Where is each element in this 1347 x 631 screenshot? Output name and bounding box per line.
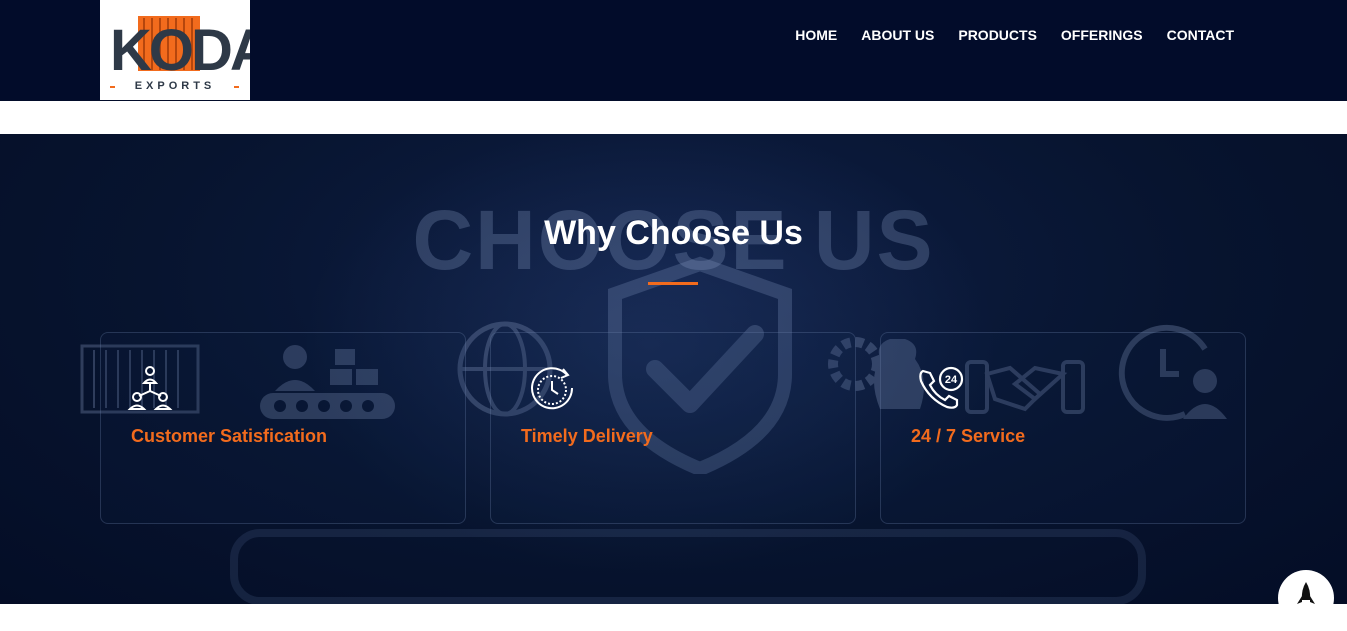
feature-label: 24 / 7 Service	[911, 426, 1026, 446]
rocket-icon	[1297, 582, 1315, 604]
nav-home[interactable]: HOME	[795, 27, 837, 43]
title-underline	[648, 282, 698, 285]
feature-card-timely-delivery: Timely Delivery	[490, 332, 856, 524]
logo-subtitle: EXPORTS	[134, 80, 216, 92]
background-tablet-outline	[230, 529, 1146, 604]
why-choose-us-section: CHOOSE US Why Choose Us Customer Satisfi…	[0, 134, 1347, 604]
spacer-strip	[0, 101, 1347, 134]
svg-text:24: 24	[945, 374, 958, 386]
section-title: Why Choose Us	[544, 214, 803, 252]
svg-text:KODA: KODA	[110, 18, 250, 83]
main-nav: HOME ABOUT US PRODUCTS OFFERINGS CONTACT	[795, 27, 1234, 43]
site-header: KODA EXPORTS HOME ABOUT US PRODUCTS OFFE…	[0, 0, 1347, 101]
feature-label: Timely Delivery	[521, 426, 653, 446]
nav-contact[interactable]: CONTACT	[1167, 27, 1234, 43]
feature-card-24-7-service: 24 24 / 7 Service	[880, 332, 1246, 524]
feature-card-customer-satisfaction: Customer Satisfication	[100, 332, 466, 524]
scroll-to-top-button[interactable]	[1278, 570, 1334, 626]
nav-about-us[interactable]: ABOUT US	[861, 27, 934, 43]
nav-products[interactable]: PRODUCTS	[958, 27, 1037, 43]
clock-delivery-icon	[531, 367, 574, 410]
feature-label: Customer Satisfication	[131, 426, 328, 446]
nav-offerings[interactable]: OFFERINGS	[1061, 27, 1143, 43]
phone-24-icon: 24	[919, 366, 964, 409]
brand-logo[interactable]: KODA EXPORTS	[100, 0, 274, 100]
team-network-icon	[127, 366, 173, 410]
